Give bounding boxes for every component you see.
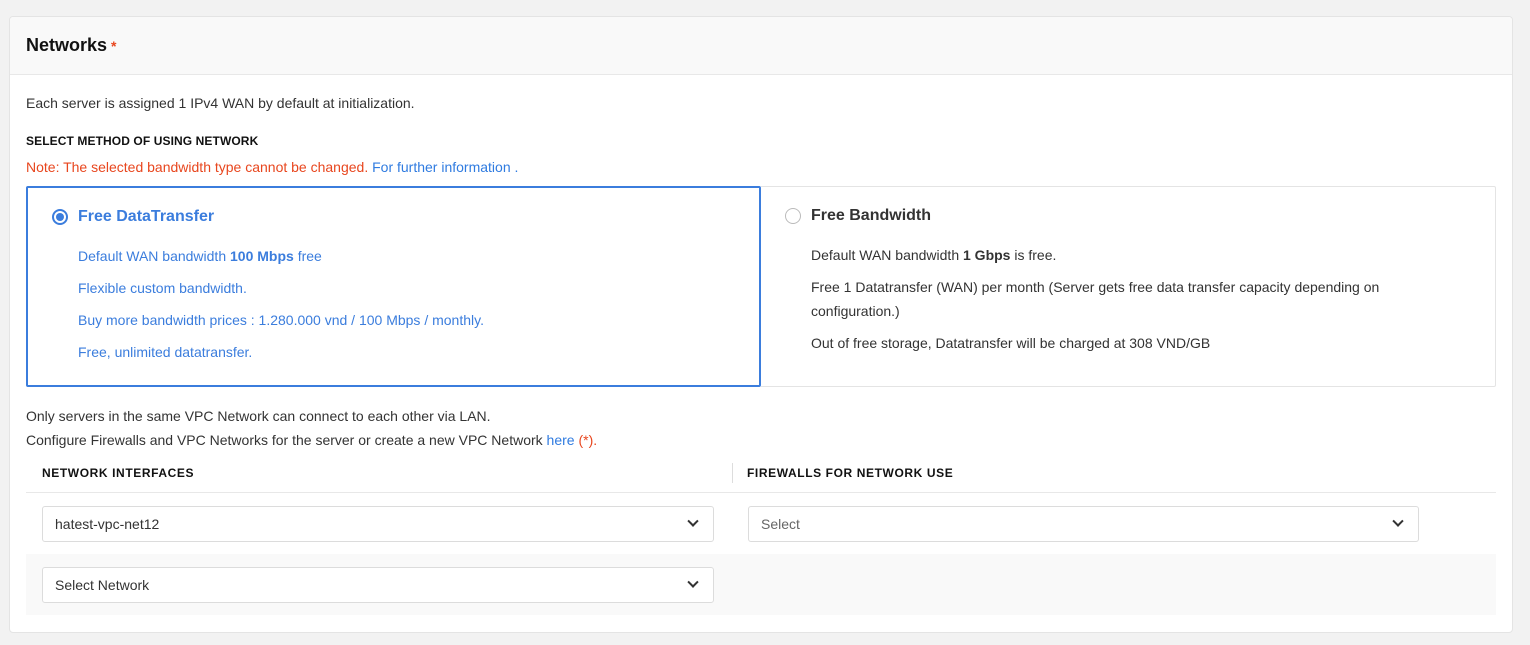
note-text: Note: The selected bandwidth type cannot… xyxy=(26,159,369,175)
option-title: Free DataTransfer xyxy=(78,208,215,225)
firewall-select[interactable]: Select xyxy=(748,505,1419,542)
option-line: Default WAN bandwidth 100 Mbps free xyxy=(78,248,322,264)
option-free-bandwidth[interactable]: Free Bandwidth Default WAN bandwidth 1 G… xyxy=(761,186,1496,387)
required-asterisk: (*) xyxy=(578,432,594,448)
table-header: NETWORK INTERFACES FIREWALLS FOR NETWORK… xyxy=(26,453,1496,493)
network-select-value: hatest-vpc-net12 xyxy=(55,515,160,532)
chevron-down-icon xyxy=(687,576,699,588)
network-select-new[interactable]: Select Network xyxy=(42,566,714,603)
method-label: SELECT METHOD OF USING NETWORK xyxy=(26,134,259,148)
bandwidth-options: Free DataTransfer Default WAN bandwidth … xyxy=(26,186,1496,387)
option-free-datatransfer[interactable]: Free DataTransfer Default WAN bandwidth … xyxy=(26,186,761,387)
option-title: Free Bandwidth xyxy=(811,207,932,224)
required-mark: * xyxy=(111,37,117,54)
vpc-config-text: Configure Firewalls and VPC Networks for… xyxy=(26,432,598,448)
bandwidth-note: Note: The selected bandwidth type cannot… xyxy=(26,159,518,175)
card-header: Networks * xyxy=(10,17,1512,75)
radio-free-datatransfer[interactable] xyxy=(52,209,68,225)
option-line: Free 1 Datatransfer (WAN) per month (Ser… xyxy=(811,279,1380,319)
table-row: Select Network xyxy=(26,554,1496,615)
networks-card: Networks * Each server is assigned 1 IPv… xyxy=(9,16,1513,633)
network-interfaces-table: NETWORK INTERFACES FIREWALLS FOR NETWORK… xyxy=(26,453,1496,615)
page-title: Networks xyxy=(26,35,108,55)
chevron-down-icon xyxy=(1392,515,1404,527)
lan-info-text: Only servers in the same VPC Network can… xyxy=(26,408,491,424)
radio-free-bandwidth[interactable] xyxy=(785,208,801,224)
further-info-link[interactable]: For further information xyxy=(372,159,511,175)
col-firewalls: FIREWALLS FOR NETWORK USE xyxy=(747,465,954,480)
firewall-select-placeholder: Select xyxy=(761,515,800,532)
table-row: hatest-vpc-net12 Select xyxy=(26,493,1496,554)
note-suffix: . xyxy=(514,159,519,175)
option-line: Default WAN bandwidth 1 Gbps is free. xyxy=(811,247,1057,263)
network-select[interactable]: hatest-vpc-net12 xyxy=(42,505,714,542)
option-line: Buy more bandwidth prices : 1.280.000 vn… xyxy=(78,312,484,328)
network-select-placeholder: Select Network xyxy=(55,576,150,593)
intro-text: Each server is assigned 1 IPv4 WAN by de… xyxy=(26,95,415,111)
option-line: Free, unlimited datatransfer. xyxy=(78,344,253,360)
col-network-interfaces: NETWORK INTERFACES xyxy=(42,465,195,480)
chevron-down-icon xyxy=(687,515,699,527)
create-vpc-link[interactable]: here xyxy=(547,432,575,448)
option-line: Flexible custom bandwidth. xyxy=(78,280,247,296)
option-line: Out of free storage, Datatransfer will b… xyxy=(811,335,1211,351)
